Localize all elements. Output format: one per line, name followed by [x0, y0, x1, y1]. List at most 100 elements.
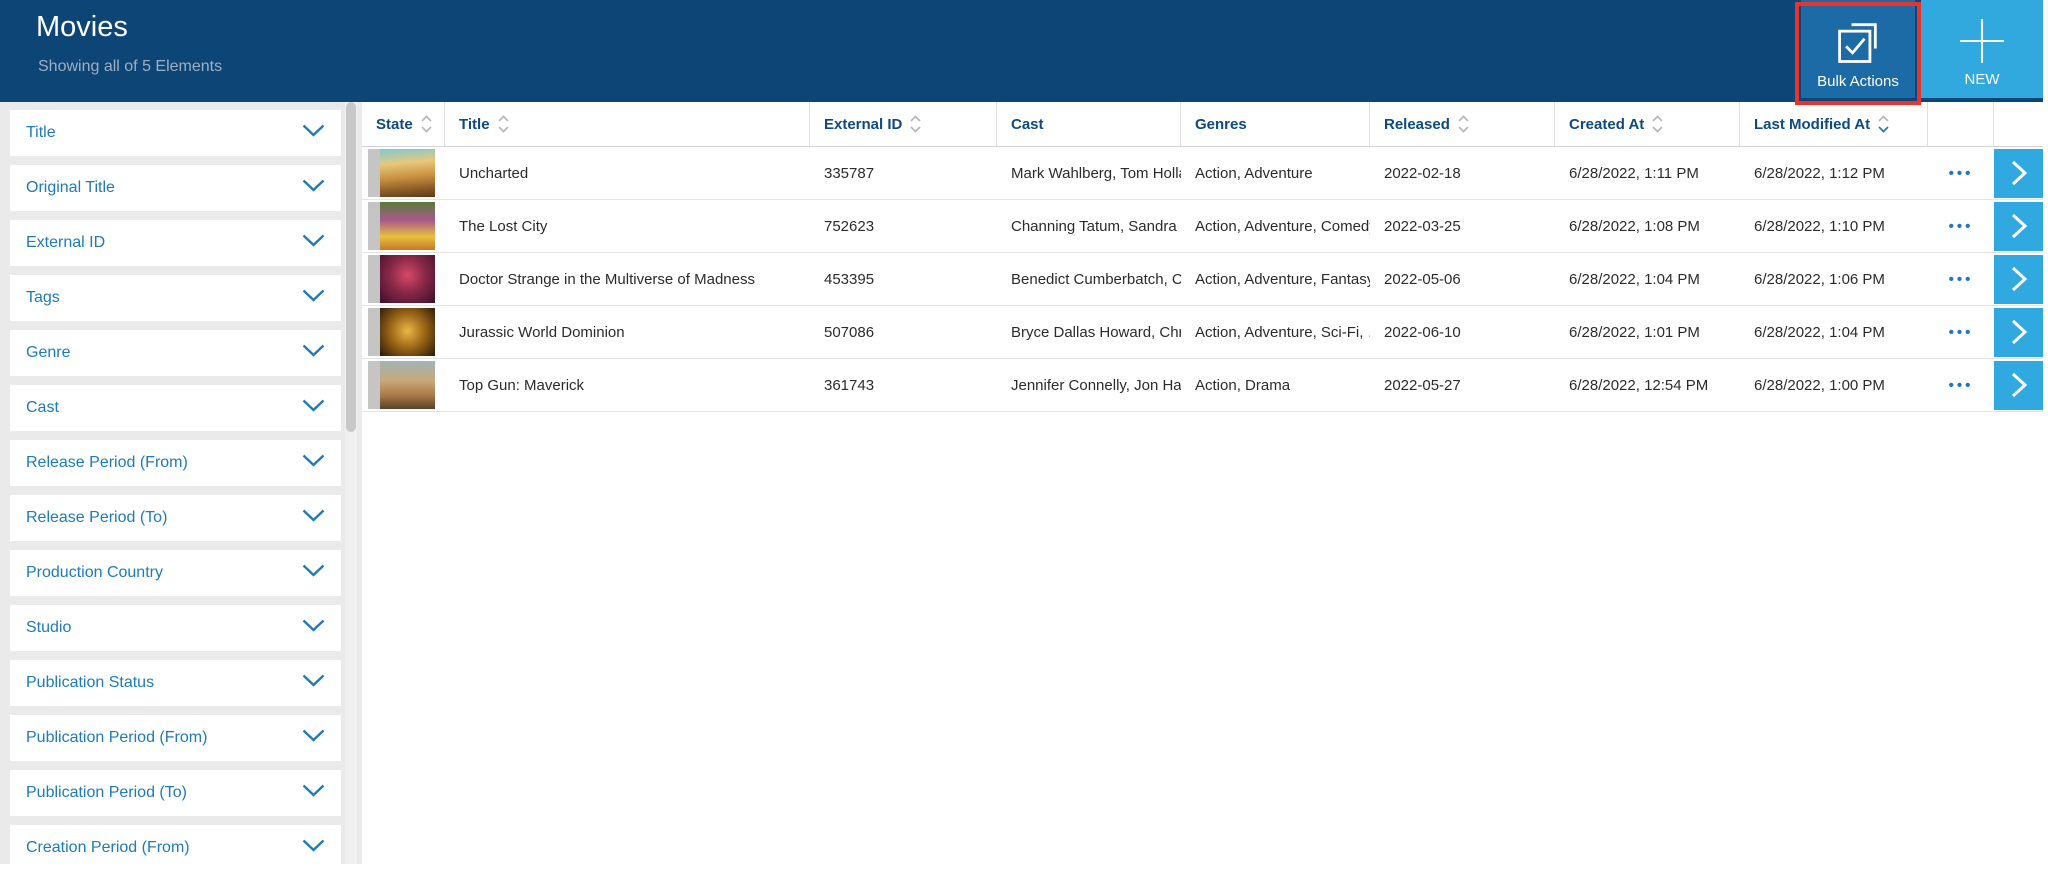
filter-external-id[interactable]: External ID [10, 220, 341, 266]
chevron-down-icon [302, 124, 325, 142]
state-indicator-bar [368, 149, 380, 197]
chevron-down-icon [302, 399, 325, 417]
sidebar-scrollbar[interactable] [345, 102, 357, 864]
column-header-title[interactable]: Title [445, 102, 810, 146]
filter-studio[interactable]: Studio [10, 605, 341, 651]
table-row[interactable]: Jurassic World Dominion 507086 Bryce Dal… [362, 306, 2043, 359]
sort-icon[interactable] [421, 115, 432, 133]
open-row-button[interactable] [1994, 202, 2043, 251]
table-row[interactable]: Uncharted 335787 Mark Wahlberg, Tom Holl… [362, 147, 2043, 200]
external-id-cell: 453395 [810, 271, 997, 288]
more-actions-button[interactable]: ••• [1949, 324, 1974, 341]
title-cell: Top Gun: Maverick [445, 377, 810, 394]
filter-title[interactable]: Title [10, 110, 341, 156]
created-at-cell: 6/28/2022, 1:08 PM [1555, 218, 1740, 235]
app-header: Movies Showing all of 5 Elements Bulk Ac… [0, 0, 2043, 102]
filter-production-country[interactable]: Production Country [10, 550, 341, 596]
movie-poster-thumbnail [380, 308, 435, 356]
genres-cell: Action, Drama [1181, 377, 1370, 394]
more-actions-button[interactable]: ••• [1949, 377, 1974, 394]
filter-creation-period-from[interactable]: Creation Period (From) [10, 825, 341, 871]
state-indicator-bar [368, 308, 380, 356]
open-row-button[interactable] [1994, 308, 2043, 357]
released-cell: 2022-02-18 [1370, 165, 1555, 182]
column-header-state[interactable]: State [362, 102, 445, 146]
column-header-created-at[interactable]: Created At [1555, 102, 1740, 146]
state-cell [362, 149, 445, 197]
more-actions-button[interactable]: ••• [1949, 165, 1974, 182]
filter-cast[interactable]: Cast [10, 385, 341, 431]
column-header-last-modified-at[interactable]: Last Modified At [1740, 102, 1928, 146]
sort-icon[interactable] [1652, 115, 1663, 133]
filter-sidebar: Title Original Title External ID Tags Ge… [0, 102, 362, 864]
released-cell: 2022-03-25 [1370, 218, 1555, 235]
table-row[interactable]: The Lost City 752623 Channing Tatum, San… [362, 200, 2043, 253]
bulk-actions-label: Bulk Actions [1817, 73, 1899, 90]
column-header-external-id[interactable]: External ID [810, 102, 997, 146]
filter-publication-period-from[interactable]: Publication Period (From) [10, 715, 341, 761]
cast-cell: Mark Wahlberg, Tom Holland [997, 165, 1181, 182]
movie-poster-thumbnail [380, 255, 435, 303]
filter-publication-period-to[interactable]: Publication Period (To) [10, 770, 341, 816]
table-row[interactable]: Doctor Strange in the Multiverse of Madn… [362, 253, 2043, 306]
chevron-right-icon [2010, 318, 2028, 346]
plus-icon [1957, 16, 2007, 71]
column-header-released[interactable]: Released [1370, 102, 1555, 146]
more-actions-button[interactable]: ••• [1949, 218, 1974, 235]
chevron-down-icon [302, 179, 325, 197]
column-header-actions [1928, 102, 1994, 146]
state-indicator-bar [368, 202, 380, 250]
cast-cell: Channing Tatum, Sandra … [997, 218, 1181, 235]
genres-cell: Action, Adventure, Comedy [1181, 218, 1370, 235]
sort-icon[interactable] [1458, 115, 1469, 133]
chevron-down-icon [302, 344, 325, 362]
filter-tags[interactable]: Tags [10, 275, 341, 321]
bulk-actions-button[interactable]: Bulk Actions [1801, 0, 1915, 98]
sort-icon[interactable] [498, 115, 509, 133]
chevron-down-icon [302, 784, 325, 802]
state-indicator-bar [368, 361, 380, 409]
last-modified-at-cell: 6/28/2022, 1:06 PM [1740, 271, 1928, 288]
chevron-right-icon [2010, 371, 2028, 399]
new-button-label: NEW [1965, 71, 2000, 88]
movies-table: State Title External ID Cast Genres Rele… [362, 102, 2043, 864]
filter-publication-status[interactable]: Publication Status [10, 660, 341, 706]
chevron-right-icon [2010, 212, 2028, 240]
column-header-genres[interactable]: Genres [1181, 102, 1370, 146]
chevron-down-icon [302, 729, 325, 747]
filter-original-title[interactable]: Original Title [10, 165, 341, 211]
sort-icon[interactable] [910, 115, 921, 133]
more-actions-button[interactable]: ••• [1949, 271, 1974, 288]
sort-icon-active-desc[interactable] [1878, 115, 1889, 133]
chevron-down-icon [302, 234, 325, 252]
open-row-button[interactable] [1994, 255, 2043, 304]
open-row-button[interactable] [1994, 361, 2043, 410]
column-header-cast[interactable]: Cast [997, 102, 1181, 146]
chevron-down-icon [302, 289, 325, 307]
chevron-down-icon [302, 509, 325, 527]
chevron-down-icon [302, 454, 325, 472]
external-id-cell: 752623 [810, 218, 997, 235]
page-title: Movies [36, 11, 128, 44]
movie-poster-thumbnail [380, 202, 435, 250]
genres-cell: Action, Adventure, Fantasy [1181, 271, 1370, 288]
created-at-cell: 6/28/2022, 1:11 PM [1555, 165, 1740, 182]
table-header-row: State Title External ID Cast Genres Rele… [362, 102, 2043, 147]
external-id-cell: 507086 [810, 324, 997, 341]
filter-release-period-from[interactable]: Release Period (From) [10, 440, 341, 486]
chevron-right-icon [2010, 159, 2028, 187]
last-modified-at-cell: 6/28/2022, 1:04 PM [1740, 324, 1928, 341]
filter-genre[interactable]: Genre [10, 330, 341, 376]
cast-cell: Benedict Cumberbatch, C… [997, 271, 1181, 288]
filter-release-period-to[interactable]: Release Period (To) [10, 495, 341, 541]
genres-cell: Action, Adventure, Sci-Fi, … [1181, 324, 1370, 341]
bulk-select-icon [1832, 16, 1884, 73]
new-button[interactable]: NEW [1921, 0, 2043, 98]
table-row[interactable]: Top Gun: Maverick 361743 Jennifer Connel… [362, 359, 2043, 412]
title-cell: Doctor Strange in the Multiverse of Madn… [445, 271, 810, 288]
sidebar-scrollbar-thumb[interactable] [346, 102, 356, 432]
title-cell: The Lost City [445, 218, 810, 235]
state-cell [362, 202, 445, 250]
state-cell [362, 361, 445, 409]
open-row-button[interactable] [1994, 149, 2043, 198]
